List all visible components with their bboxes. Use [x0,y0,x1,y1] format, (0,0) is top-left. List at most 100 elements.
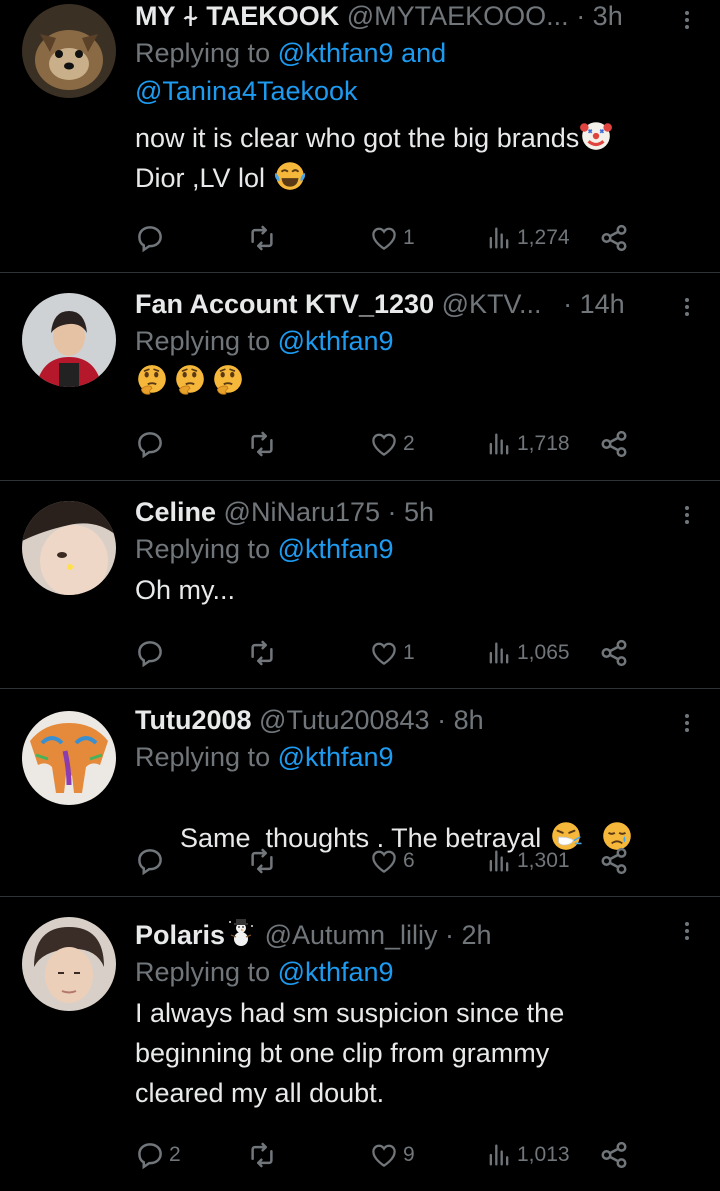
tweet-text-line: cleared my all doubt. [135,1078,385,1108]
share-icon [599,638,629,668]
tweet-header: Polaris @Autumn_liliy · 2h [135,917,683,951]
timestamp[interactable]: · 8h [437,705,484,735]
tweet-actions: 1 1,274 [135,218,695,258]
share-icon [599,846,629,876]
timestamp[interactable]: · 3h [576,1,623,31]
more-options-icon[interactable] [682,503,692,527]
view-count: 1,065 [517,641,570,664]
reply-button[interactable]: 2 [135,1135,181,1175]
like-count: 6 [403,849,415,872]
tweet-text-line: now it is clear who got the big brands [135,123,580,153]
retweet-icon [247,638,277,668]
tweet[interactable]: Tutu2008 @Tutu200843 · 8h Replying to @k… [0,689,720,896]
user-handle[interactable]: @Tutu200843 [259,705,430,735]
tweet-header: Tutu2008 @Tutu200843 · 8h [135,704,683,736]
mention-link[interactable]: @kthfan9 [278,326,394,356]
like-button[interactable]: 6 [369,841,415,881]
views-icon [485,1141,513,1169]
retweet-button[interactable] [247,841,281,881]
tweet[interactable]: Celine @NiNaru175 · 5h Replying to @kthf… [0,481,720,688]
mention-link[interactable]: @kthfan9 [278,742,394,772]
timestamp[interactable]: · 14h [563,289,625,319]
avatar[interactable] [22,293,116,387]
views-icon [485,430,513,458]
reply-icon [135,429,165,459]
reply-button[interactable] [135,218,169,258]
thinking-face-emoji [135,363,169,397]
display-name[interactable]: Celine [135,497,216,527]
like-count: 9 [403,1143,415,1166]
view-count: 1,718 [517,432,570,455]
snowman-emoji [225,917,257,949]
views-button[interactable]: 1,274 [485,218,570,258]
person-avatar-image [22,501,116,595]
tweet-text [135,362,683,402]
avatar[interactable] [22,501,116,595]
replying-to: Replying to @kthfan9 [135,322,683,360]
user-handle[interactable]: @Autumn_liliy [265,920,438,950]
like-button[interactable]: 1 [369,218,415,258]
timestamp[interactable]: · 2h [445,920,492,950]
retweet-button[interactable] [247,1135,281,1175]
tweet-text-line: I always had sm suspicion since the [135,998,565,1028]
replying-prefix: Replying to [135,534,278,564]
like-button[interactable]: 9 [369,1135,415,1175]
views-button[interactable]: 1,718 [485,424,570,464]
like-button[interactable]: 2 [369,424,415,464]
heart-icon [369,846,399,876]
more-options-icon[interactable] [682,919,692,943]
like-count: 1 [403,641,415,664]
heart-icon [369,223,399,253]
more-options-icon[interactable] [682,8,692,32]
user-handle[interactable]: @KTV... [442,289,542,319]
views-button[interactable]: 1,301 [485,841,570,881]
more-options-icon[interactable] [682,295,692,319]
reply-button[interactable] [135,841,169,881]
avatar[interactable] [22,4,116,98]
display-name[interactable]: MY ⍭ TAEKOOK [135,1,339,31]
thinking-face-emoji [211,363,245,397]
views-button[interactable]: 1,065 [485,633,570,673]
share-button[interactable] [599,218,629,258]
heart-icon [369,638,399,668]
avatar[interactable] [22,711,116,805]
mention-link[interactable]: @kthfan9 and [278,38,447,68]
share-button[interactable] [599,424,629,464]
face-with-tears-of-joy-emoji [273,159,307,193]
display-name[interactable]: Tutu2008 [135,705,252,735]
views-button[interactable]: 1,013 [485,1135,570,1175]
replying-to: Replying to @kthfan9 and @Tanina4Taekook [135,34,683,110]
retweet-button[interactable] [247,424,281,464]
display-name[interactable]: Polaris [135,920,225,950]
like-count: 1 [403,226,415,249]
thinking-face-emoji [173,363,207,397]
avatar[interactable] [22,917,116,1011]
retweet-button[interactable] [247,218,281,258]
retweet-button[interactable] [247,633,281,673]
reply-button[interactable] [135,424,169,464]
reply-icon [135,1140,165,1170]
share-icon [599,1140,629,1170]
reply-icon [135,638,165,668]
share-button[interactable] [599,633,629,673]
tweet[interactable]: Fan Account KTV_1230 @KTV... · 14h Reply… [0,273,720,480]
reply-button[interactable] [135,633,169,673]
timestamp[interactable]: · 5h [388,497,435,527]
user-handle[interactable]: @MYTAEKOOO... [347,1,569,31]
person-avatar-image [22,917,116,1011]
tweet-actions: 2 1,718 [135,424,695,464]
tweet-header: Fan Account KTV_1230 @KTV... · 14h [135,288,683,320]
display-name[interactable]: Fan Account KTV_1230 [135,289,434,319]
mention-link[interactable]: @Tanina4Taekook [135,76,358,106]
tweet[interactable]: Polaris @Autumn_liliy · 2h Replying to @… [0,897,720,1191]
mention-link[interactable]: @kthfan9 [278,534,394,564]
like-button[interactable]: 1 [369,633,415,673]
replying-prefix: Replying to [135,326,278,356]
share-button[interactable] [599,841,629,881]
tweet[interactable]: MY ⍭ TAEKOOK @MYTAEKOOO... · 3h Replying… [0,0,720,272]
replying-prefix: Replying to [135,957,278,987]
share-button[interactable] [599,1135,629,1175]
user-handle[interactable]: @NiNaru175 [224,497,380,527]
mention-link[interactable]: @kthfan9 [278,957,394,987]
more-options-icon[interactable] [682,711,692,735]
